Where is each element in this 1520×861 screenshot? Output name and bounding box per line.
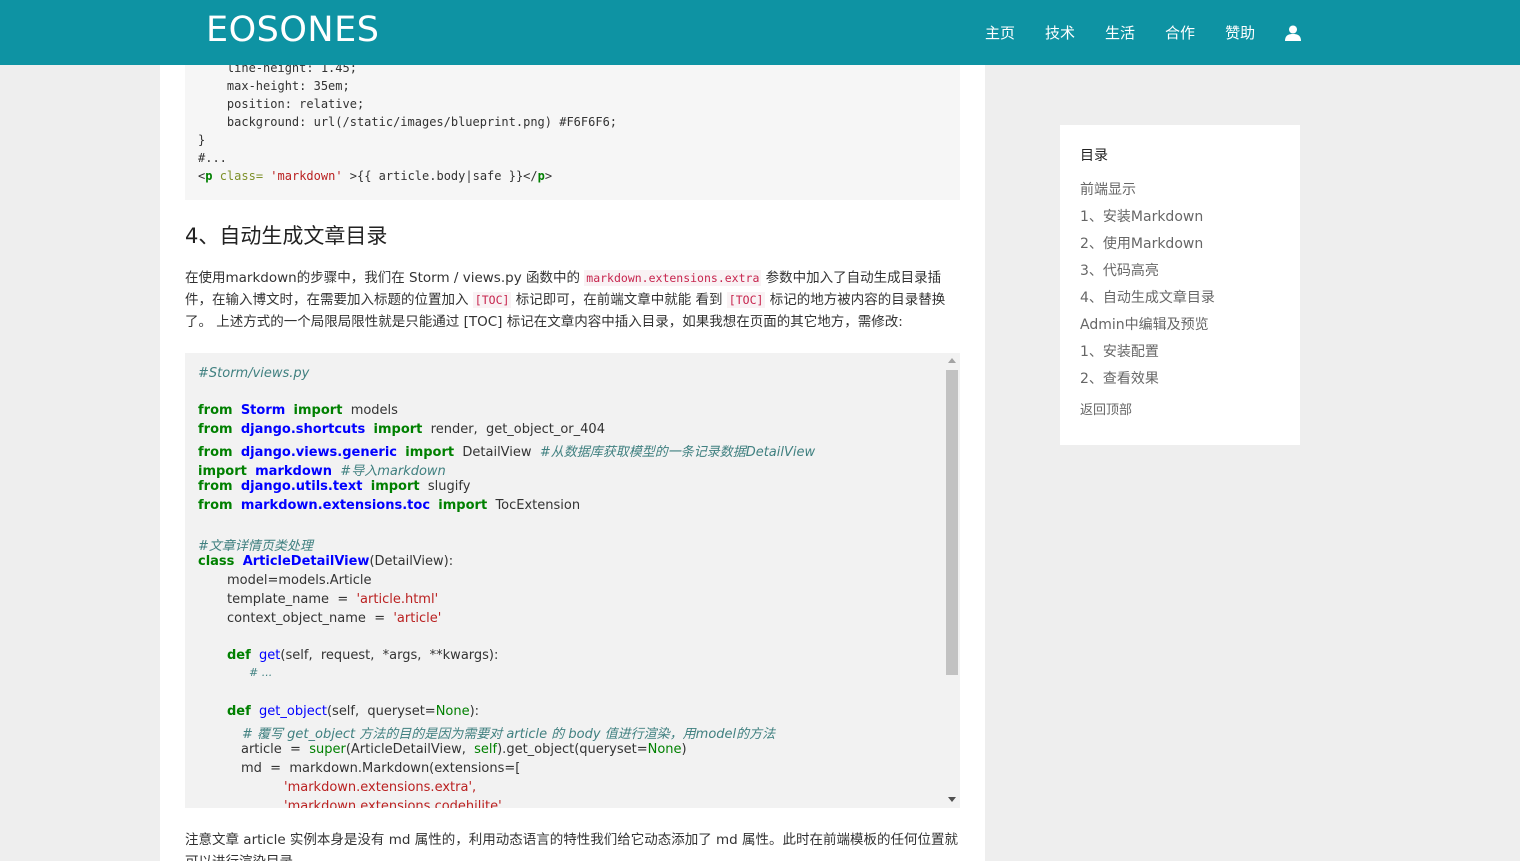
code-line: background: url(/static/images/blueprint…: [198, 115, 618, 129]
code-line: def get_object(self, queryset=None):: [227, 704, 480, 719]
code-comment: #Storm/views.py: [198, 366, 310, 381]
inline-code: [TOC]: [472, 292, 512, 308]
code-line: }: [198, 133, 206, 147]
nav-item-home[interactable]: 主页: [970, 3, 1030, 63]
code-line: md = markdown.Markdown(extensions=[: [241, 761, 521, 776]
site-logo[interactable]: EOSONES: [206, 10, 379, 50]
code-comment: # 覆写 get_object 方法的目的是因为需要对 article 的 bo…: [242, 727, 776, 742]
code-line: template_name = 'article.html': [227, 592, 439, 607]
code-line: class ArticleDetailView(DetailView):: [198, 554, 454, 569]
code-line: from django.shortcuts import render, get…: [198, 422, 605, 437]
toc-item[interactable]: 1、安装配置: [1080, 341, 1159, 361]
code-line: line-height: 1.45;: [198, 65, 357, 75]
code-line: 'markdown.extensions.codehilite',: [284, 799, 506, 808]
nav-menu: 主页 技术 生活 合作 赞助: [970, 0, 1316, 65]
toc-item[interactable]: 前端显示: [1080, 179, 1136, 199]
code-line: position: relative;: [198, 97, 365, 111]
toc-item[interactable]: 4、自动生成文章目录: [1080, 287, 1215, 307]
top-navbar: EOSONES 主页 技术 生活 合作 赞助: [0, 0, 1520, 65]
article-paragraph: 注意文章 article 实例本身是没有 md 属性的，利用动态语言的特性我们给…: [185, 832, 959, 861]
code-line: article = super(ArticleDetailView, self)…: [241, 742, 687, 757]
toc-title: 目录: [1080, 148, 1108, 164]
code-line: <p class= 'markdown' >{{ article.body|sa…: [198, 169, 553, 183]
nav-item-cooperation[interactable]: 合作: [1150, 3, 1210, 63]
code-line: model=models.Article: [227, 573, 372, 588]
toc-item[interactable]: 3、代码高亮: [1080, 260, 1159, 280]
inline-code: markdown.extensions.extra: [584, 270, 762, 286]
code-line: #...: [198, 151, 227, 165]
nav-item-life[interactable]: 生活: [1090, 3, 1150, 63]
article-card: line-height: 1.45; max-height: 35em; pos…: [160, 65, 985, 861]
article-paragraph: 在使用markdown的步骤中，我们在 Storm / views.py 函数中…: [185, 270, 946, 330]
inline-code: [TOC]: [726, 292, 766, 308]
toc-item[interactable]: 1、安装Markdown: [1080, 206, 1203, 226]
scrollbar-thumb[interactable]: [946, 370, 958, 675]
toc-item[interactable]: 2、使用Markdown: [1080, 233, 1203, 253]
nav-item-tech[interactable]: 技术: [1030, 3, 1090, 63]
code-line: max-height: 35em;: [198, 79, 350, 93]
code-line: def get(self, request, *args, **kwargs):: [227, 648, 499, 663]
toc-item[interactable]: 2、查看效果: [1080, 368, 1159, 388]
user-icon[interactable]: [1270, 3, 1316, 63]
code-line: from django.utils.text import slugify: [198, 479, 471, 494]
code-scrollbar[interactable]: [945, 353, 960, 808]
code-line: from markdown.extensions.toc import TocE…: [198, 498, 581, 513]
back-to-top-link[interactable]: 返回顶部: [1080, 399, 1132, 418]
scroll-down-arrow-icon[interactable]: [948, 797, 956, 802]
toc-item[interactable]: Admin中编辑及预览: [1080, 314, 1209, 334]
code-line: from django.views.generic import DetailV…: [198, 445, 816, 460]
code-line: 'markdown.extensions.extra',: [284, 780, 477, 795]
section-heading: 4、自动生成文章目录: [185, 224, 388, 248]
code-snippet-css: line-height: 1.45; max-height: 35em; pos…: [185, 65, 960, 200]
code-line: from Storm import models: [198, 403, 398, 418]
code-comment: #文章详情页类处理: [198, 539, 313, 554]
code-comment: # ...: [249, 666, 273, 679]
code-line: context_object_name = 'article': [227, 611, 442, 626]
table-of-contents: 目录 前端显示 1、安装Markdown 2、使用Markdown 3、代码高亮…: [1060, 125, 1300, 445]
code-line: import markdown #导入markdown: [198, 464, 446, 479]
code-block-python[interactable]: #Storm/views.py from Storm import models…: [185, 353, 960, 808]
scroll-up-arrow-icon[interactable]: [948, 358, 956, 363]
nav-item-sponsor[interactable]: 赞助: [1210, 3, 1270, 63]
